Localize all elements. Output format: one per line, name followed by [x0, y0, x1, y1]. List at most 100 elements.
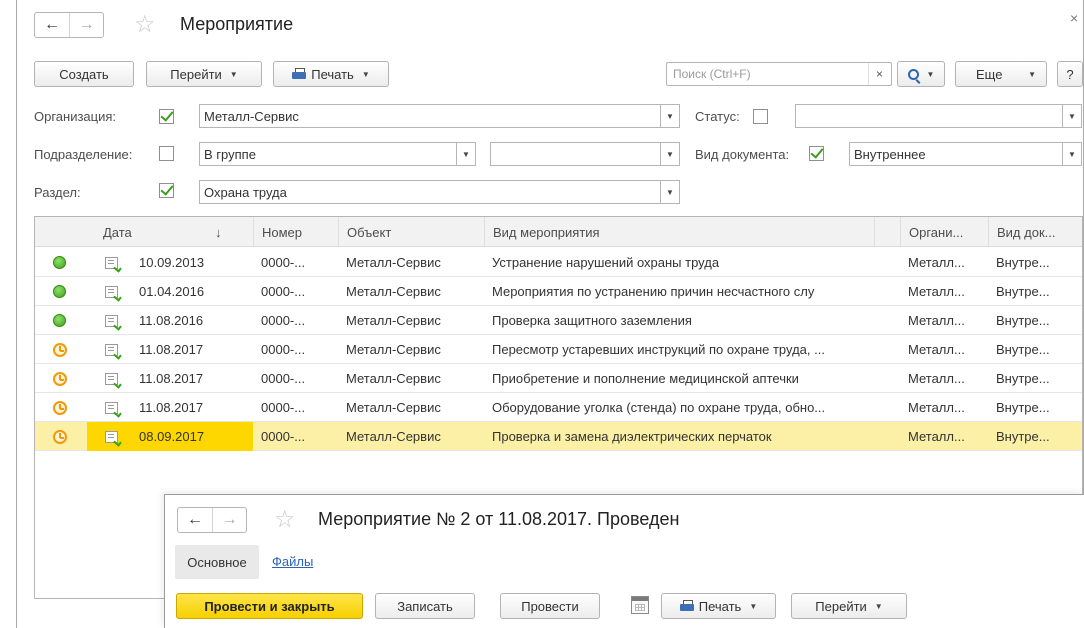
organization-cell: Металл... [908, 429, 965, 444]
help-button-label: ? [1066, 66, 1074, 82]
document-cell [97, 364, 127, 393]
status-pending-icon [53, 400, 67, 415]
doc-kind-dropdown[interactable]: ▼ [1062, 142, 1082, 166]
object-cell: Металл-Сервис [346, 342, 441, 357]
tab-main[interactable]: Основное [175, 545, 259, 579]
doc-kind-checkbox[interactable] [809, 146, 824, 161]
calendar-icon[interactable] [631, 596, 649, 614]
subdivision-mode-field[interactable]: В группе [199, 142, 457, 166]
document-cell [97, 248, 127, 277]
column-date[interactable]: Дата [95, 217, 215, 247]
posted-document-icon [105, 285, 118, 298]
organization-checkbox[interactable] [159, 109, 174, 124]
forward-arrow-icon[interactable]: → [212, 508, 246, 532]
more-button[interactable]: Еще ▼ [955, 61, 1047, 87]
status-label: Статус: [695, 109, 740, 124]
subwindow-title: Мероприятие № 2 от 11.08.2017. Проведен [318, 509, 680, 529]
subdivision-field[interactable] [490, 142, 661, 166]
post-and-close-button[interactable]: Провести и закрыть [176, 593, 363, 619]
status-field[interactable] [795, 104, 1063, 128]
goto-button[interactable]: Перейти ▼ [146, 61, 262, 87]
forward-arrow-icon[interactable]: → [69, 13, 103, 37]
status-pending-icon [53, 371, 67, 386]
clear-search-icon[interactable]: × [868, 63, 890, 85]
sub-print-button[interactable]: Печать ▼ [661, 593, 776, 619]
posted-document-icon [105, 372, 118, 385]
status-dropdown[interactable]: ▼ [1062, 104, 1082, 128]
sub-goto-button[interactable]: Перейти ▼ [791, 593, 907, 619]
column-doc-kind[interactable]: Вид док... [988, 217, 1082, 247]
date-cell: 11.08.2017 [139, 371, 204, 386]
sub-print-label: Печать [698, 598, 742, 614]
status-pending-icon [53, 342, 67, 357]
printer-icon [679, 599, 694, 613]
document-cell [97, 335, 127, 364]
posted-document-icon [105, 256, 118, 269]
printer-icon [292, 67, 307, 81]
document-cell [97, 306, 127, 335]
date-cell: 08.09.2017 [139, 429, 205, 444]
create-button-label: Создать [59, 66, 109, 82]
create-button[interactable]: Создать [34, 61, 134, 87]
favorite-star-icon[interactable]: ☆ [134, 13, 156, 37]
number-cell: 0000-... [261, 313, 306, 328]
section-field[interactable]: Охрана труда [199, 180, 661, 204]
doc-kind-cell: Внутре... [996, 400, 1050, 415]
section-dropdown[interactable]: ▼ [660, 180, 680, 204]
table-row[interactable]: 11.08.2017 0000-... Металл-Сервис Приобрете… [35, 364, 1082, 393]
sort-desc-icon[interactable]: ↓ [207, 217, 253, 247]
back-arrow-icon[interactable]: ← [35, 13, 69, 37]
goto-button-label: Перейти [170, 66, 222, 82]
subdivision-dropdown[interactable]: ▼ [660, 142, 680, 166]
table-row[interactable]: 11.08.2017 0000-... Металл-Сервис Оборудова… [35, 393, 1082, 422]
column-organization[interactable]: Органи... [900, 217, 988, 247]
table-row[interactable]: 11.08.2016 0000-... Металл-Сервис Проверка … [35, 306, 1082, 335]
favorite-star-icon[interactable]: ☆ [274, 508, 296, 532]
nav-buttons: ← → [34, 12, 104, 38]
sub-nav-buttons: ← → [177, 507, 247, 533]
close-icon[interactable]: × [1070, 10, 1078, 26]
status-done-icon [53, 285, 66, 298]
date-cell: 11.08.2016 [139, 313, 204, 328]
organization-dropdown[interactable]: ▼ [660, 104, 680, 128]
search-icon [907, 68, 919, 80]
status-checkbox[interactable] [753, 109, 768, 124]
status-cell [45, 422, 75, 451]
doc-kind-cell: Внутре... [996, 255, 1050, 270]
subdivision-checkbox[interactable] [159, 146, 174, 161]
column-object[interactable]: Объект [338, 217, 484, 247]
chevron-down-icon: ▼ [926, 69, 935, 79]
chevron-down-icon: ▼ [874, 601, 883, 611]
page-title: Мероприятие [180, 14, 294, 34]
organization-field[interactable]: Металл-Сервис [199, 104, 661, 128]
post-and-close-label: Провести и закрыть [204, 598, 335, 614]
table-row[interactable]: 11.08.2017 0000-... Металл-Сервис Пересмотр… [35, 335, 1082, 364]
save-button[interactable]: Записать [375, 593, 475, 619]
print-button[interactable]: Печать ▼ [273, 61, 389, 87]
table-header: Дата ↓ Номер Объект Вид мероприятия Орга… [35, 217, 1082, 247]
status-cell [45, 393, 75, 422]
column-number[interactable]: Номер [253, 217, 338, 247]
table-row[interactable]: 08.09.2017 0000-... Металл-Сервис Проверка … [35, 422, 1082, 451]
tab-files[interactable]: Файлы [272, 554, 313, 569]
date-cell: 11.08.2017 [139, 342, 204, 357]
event-kind-cell: Проверка защитного заземления [492, 313, 692, 328]
search-button[interactable]: ▼ [897, 61, 945, 87]
help-button[interactable]: ? [1057, 61, 1083, 87]
doc-kind-field[interactable]: Внутреннее [849, 142, 1063, 166]
table-row[interactable]: 10.09.2013 0000-... Металл-Сервис Устранени… [35, 248, 1082, 277]
column-event-kind[interactable]: Вид мероприятия [484, 217, 874, 247]
doc-kind-cell: Внутре... [996, 429, 1050, 444]
column-spacer [874, 217, 900, 247]
sub-goto-label: Перейти [815, 598, 867, 614]
status-done-icon [53, 314, 66, 327]
subdivision-mode-dropdown[interactable]: ▼ [456, 142, 476, 166]
post-button[interactable]: Провести [500, 593, 600, 619]
subdivision-label: Подразделение: [34, 147, 133, 162]
more-button-label: Еще [976, 66, 1003, 82]
back-arrow-icon[interactable]: ← [178, 508, 212, 532]
search-input[interactable]: Поиск (Ctrl+F) [666, 62, 892, 86]
organization-cell: Металл... [908, 342, 965, 357]
table-row[interactable]: 01.04.2016 0000-... Металл-Сервис Мероприят… [35, 277, 1082, 306]
section-checkbox[interactable] [159, 183, 174, 198]
